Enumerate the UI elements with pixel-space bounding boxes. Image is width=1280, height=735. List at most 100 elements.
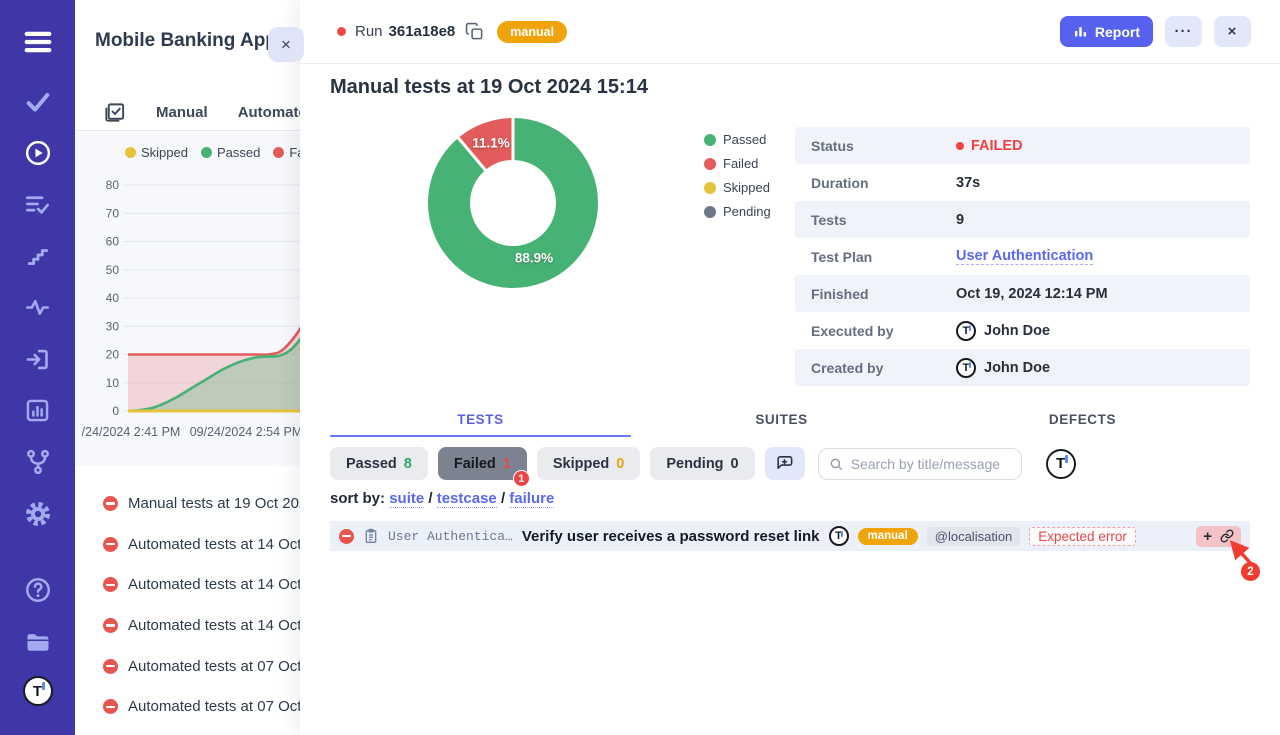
results-donut-chart: 11.1% 88.9% (418, 108, 608, 298)
filter-pending-button[interactable]: Pending0 (650, 447, 754, 480)
avatar: T (956, 358, 976, 378)
avatar: T (23, 676, 53, 706)
x-tick-1: /24/2024 2:41 PM (82, 425, 181, 439)
branches-icon[interactable] (0, 448, 75, 476)
failed-dot-icon (273, 147, 284, 158)
run-details-table: Status FAILED Duration 37s Tests 9 Test … (795, 127, 1250, 386)
assignee-avatar[interactable]: T (1046, 449, 1076, 479)
sort-by-failure[interactable]: failure (509, 490, 554, 508)
run-list: Manual tests at 19 Oct 2024 Automated te… (75, 483, 300, 727)
filter-passed-button[interactable]: Passed8 (330, 447, 428, 480)
run-history-chart: Skipped Passed Failed /24/2024 2:41 PM 0… (75, 132, 300, 466)
detail-row-created-by: Created by TJohn Doe (795, 349, 1250, 386)
suite-name[interactable]: User Authentica… (388, 529, 513, 544)
test-type-badge: manual (858, 528, 918, 545)
svg-text:0: 0 (112, 404, 119, 418)
run-topbar: Run 361a18e8 manual Report ··· × (300, 0, 1280, 64)
donut-passed-label: 88.9% (515, 251, 553, 266)
run-list-item[interactable]: Automated tests at 14 Oct 2024 (75, 605, 300, 646)
analytics-icon[interactable] (0, 397, 75, 424)
filter-skipped-button[interactable]: Skipped0 (537, 447, 640, 480)
select-runs-icon[interactable] (103, 101, 126, 124)
bar-chart-icon (1073, 24, 1088, 39)
sort-prefix: sort by: (330, 490, 385, 507)
sort-by-testcase[interactable]: testcase (437, 490, 497, 508)
test-plan-link[interactable]: User Authentication (956, 248, 1093, 265)
filter-failed-button[interactable]: Failed11 (438, 447, 527, 480)
legend-skipped[interactable]: Skipped (125, 145, 188, 160)
error-badge[interactable]: Expected error (1029, 527, 1136, 546)
legend-pending[interactable]: Pending (704, 204, 771, 219)
failed-status-icon (339, 529, 354, 544)
run-list-item[interactable]: Automated tests at 14 Oct 2024 (75, 564, 300, 605)
app-sidebar: T (0, 0, 75, 735)
run-status-dot-icon (337, 27, 346, 36)
failed-status-icon (103, 537, 118, 552)
run-list-item[interactable]: Automated tests at 07 Oct 2024 (75, 686, 300, 727)
add-comment-button[interactable] (765, 447, 805, 480)
run-list-item[interactable]: Automated tests at 14 Oct 2024 (75, 524, 300, 565)
project-panel: Mobile Banking App Manual Automated Skip… (75, 0, 300, 735)
filter-toolbar: Passed8 Failed11 Skipped0 Pending0 T (330, 447, 1076, 480)
copy-icon[interactable] (465, 22, 484, 41)
search-box (818, 448, 1022, 480)
failed-status-icon (103, 699, 118, 714)
steps-icon[interactable] (0, 243, 75, 269)
x-tick-2: 09/24/2024 2:54 PM (190, 425, 300, 439)
status-badge: FAILED (956, 138, 1023, 154)
close-run-button[interactable]: × (1214, 16, 1251, 47)
add-icon[interactable]: + (1203, 529, 1212, 544)
donut-legend: Passed Failed Skipped Pending (704, 132, 771, 219)
failed-dot-icon (956, 142, 964, 150)
detail-row-testplan: Test Plan User Authentication (795, 238, 1250, 275)
projects-folder-icon[interactable] (0, 628, 75, 656)
test-list-icon[interactable] (0, 191, 75, 218)
detail-row-tests: Tests 9 (795, 201, 1250, 238)
tab-suites[interactable]: SUITES (631, 403, 932, 436)
run-list-item[interactable]: Manual tests at 19 Oct 2024 (75, 483, 300, 524)
run-type-badge: manual (497, 21, 567, 43)
detail-row-finished: Finished Oct 19, 2024 12:14 PM (795, 275, 1250, 312)
panel-close-button[interactable]: × (268, 27, 304, 62)
test-tag[interactable]: @localisation (927, 527, 1021, 546)
testcase-clipboard-icon (363, 528, 379, 544)
avatar: T (829, 526, 849, 546)
passed-dot-icon (704, 134, 716, 146)
legend-skipped[interactable]: Skipped (704, 180, 771, 195)
menu-icon[interactable] (0, 27, 75, 57)
sign-in-icon[interactable] (0, 346, 75, 373)
skipped-dot-icon (125, 147, 136, 158)
area-chart-legend: Skipped Passed Failed (125, 145, 325, 160)
passed-dot-icon (201, 147, 212, 158)
report-button[interactable]: Report (1060, 16, 1153, 47)
tab-tests[interactable]: TESTS (330, 403, 631, 436)
help-icon[interactable] (0, 576, 75, 604)
failed-status-icon (103, 496, 118, 511)
svg-text:20: 20 (106, 348, 120, 362)
avatar: T (956, 321, 976, 341)
legend-passed[interactable]: Passed (704, 132, 771, 147)
test-title[interactable]: Verify user receives a password reset li… (522, 528, 820, 545)
search-input[interactable] (851, 456, 1011, 472)
svg-text:10: 10 (106, 376, 120, 390)
settings-gear-icon[interactable] (0, 500, 75, 528)
play-circle-icon[interactable] (0, 139, 75, 167)
profile-logo-icon[interactable]: T (0, 676, 75, 706)
run-list-item[interactable]: Automated tests at 07 Oct 2024 (75, 646, 300, 687)
pulse-icon[interactable] (0, 294, 75, 321)
legend-failed[interactable]: Failed (704, 156, 771, 171)
sort-by-suite[interactable]: suite (389, 490, 424, 508)
detail-row-duration: Duration 37s (795, 164, 1250, 201)
test-result-row[interactable]: User Authentica… Verify user receives a … (330, 521, 1250, 551)
sort-bar: sort by: suite / testcase / failure (330, 490, 554, 507)
tab-manual[interactable]: Manual (156, 104, 208, 121)
detail-row-executed-by: Executed by TJohn Doe (795, 312, 1250, 349)
results-tabbar: TESTS SUITES DEFECTS (330, 403, 1233, 436)
legend-passed[interactable]: Passed (201, 145, 260, 160)
check-icon[interactable] (0, 88, 75, 116)
more-button[interactable]: ··· (1165, 16, 1202, 47)
run-id: 361a18e8 (389, 23, 456, 40)
message-plus-icon (775, 454, 794, 473)
svg-text:70: 70 (106, 206, 120, 220)
tab-defects[interactable]: DEFECTS (932, 403, 1233, 436)
